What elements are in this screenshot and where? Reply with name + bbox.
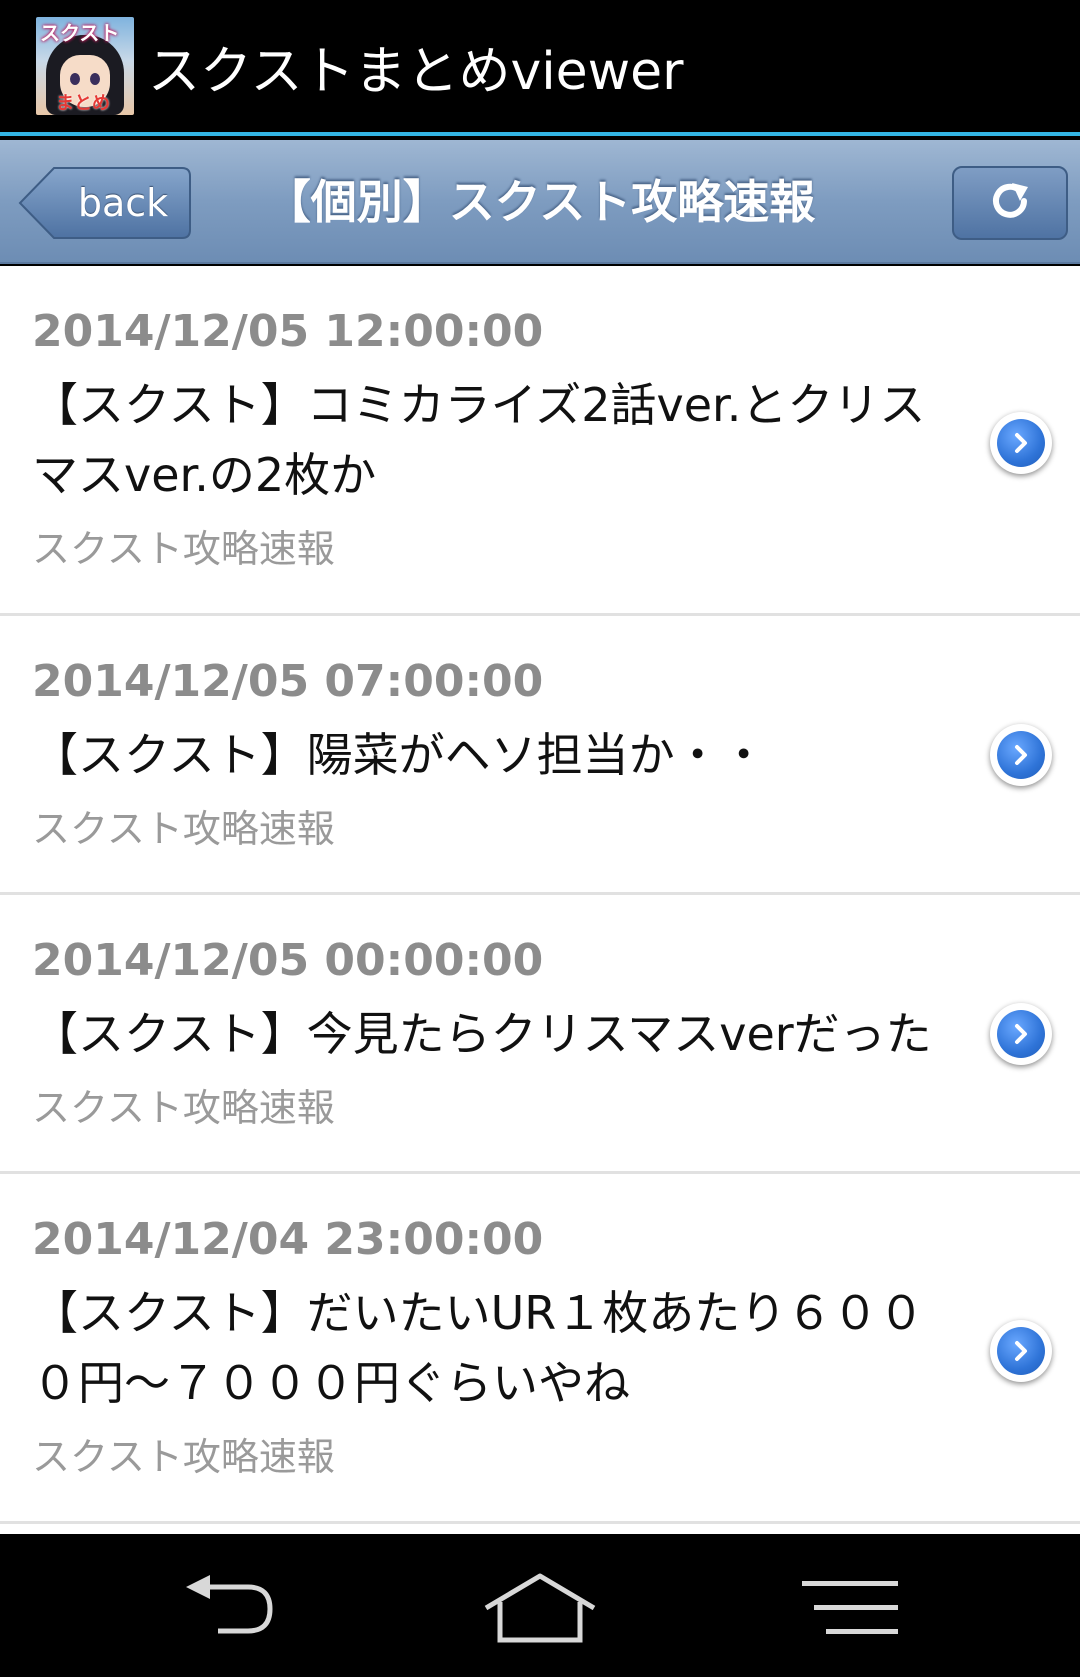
chevron-right-icon[interactable] xyxy=(990,1320,1052,1382)
app-logo-label-top: スクスト xyxy=(40,21,120,45)
article-source: スクスト攻略速報 xyxy=(32,527,335,571)
chevron-right-icon[interactable] xyxy=(990,412,1052,474)
system-nav-bar xyxy=(0,1534,1080,1677)
back-button[interactable]: back xyxy=(18,166,192,240)
article-list: 2014/12/05 12:00:00 【スクスト】コミカライズ2話ver.とク… xyxy=(0,266,1080,1534)
article-source: スクスト攻略速報 xyxy=(32,1435,335,1479)
nav-bar: back 【個別】スクスト攻略速報 xyxy=(0,140,1080,264)
list-item[interactable]: 2014/12/05 12:00:00 【スクスト】コミカライズ2話ver.とク… xyxy=(0,266,1080,616)
article-title: 【スクスト】陽菜がヘソ担当か・・ xyxy=(32,728,767,782)
home-icon xyxy=(482,1572,598,1648)
system-back-icon xyxy=(182,1573,282,1647)
list-item[interactable]: 2014/12/05 00:00:00 【スクスト】今見たらクリスマスverだっ… xyxy=(0,895,1080,1174)
article-date: 2014/12/05 07:00:00 xyxy=(32,656,544,707)
page-title: 【個別】スクスト攻略速報 xyxy=(264,175,816,229)
list-item[interactable]: 2014/12/04 23:00:00 【スクスト】だいたいUR１枚あたり６００… xyxy=(0,1174,1080,1524)
article-title: 【スクスト】今見たらクリスマスverだった xyxy=(32,1007,932,1061)
app-logo-icon: スクスト まとめ xyxy=(36,17,134,115)
app-logo-label-bottom: まとめ xyxy=(56,93,110,114)
home-button[interactable] xyxy=(480,1570,600,1650)
back-button-label: back xyxy=(77,181,169,225)
article-date: 2014/12/05 12:00:00 xyxy=(32,306,544,357)
article-date: 2014/12/04 23:00:00 xyxy=(32,1214,544,1265)
chevron-right-icon[interactable] xyxy=(990,724,1052,786)
menu-button[interactable] xyxy=(790,1570,910,1650)
system-back-button[interactable] xyxy=(172,1570,292,1650)
article-title: 【スクスト】コミカライズ2話ver.とクリスマスver.の2枚か xyxy=(32,378,926,502)
article-source: スクスト攻略速報 xyxy=(32,1086,335,1130)
reload-button[interactable] xyxy=(952,166,1068,240)
menu-icon xyxy=(802,1577,898,1643)
app-title: スクストまとめviewer xyxy=(148,41,684,102)
list-item[interactable]: 2014/12/05 07:00:00 【スクスト】陽菜がヘソ担当か・・ スクス… xyxy=(0,616,1080,895)
reload-icon xyxy=(986,177,1034,229)
app-action-bar: スクスト まとめ スクストまとめviewer xyxy=(0,0,1080,136)
article-date: 2014/12/05 00:00:00 xyxy=(32,935,544,986)
chevron-right-icon[interactable] xyxy=(990,1003,1052,1065)
article-title: 【スクスト】だいたいUR１枚あたり６０００円～７０００円ぐらいやね xyxy=(32,1286,925,1410)
article-source: スクスト攻略速報 xyxy=(32,807,335,851)
